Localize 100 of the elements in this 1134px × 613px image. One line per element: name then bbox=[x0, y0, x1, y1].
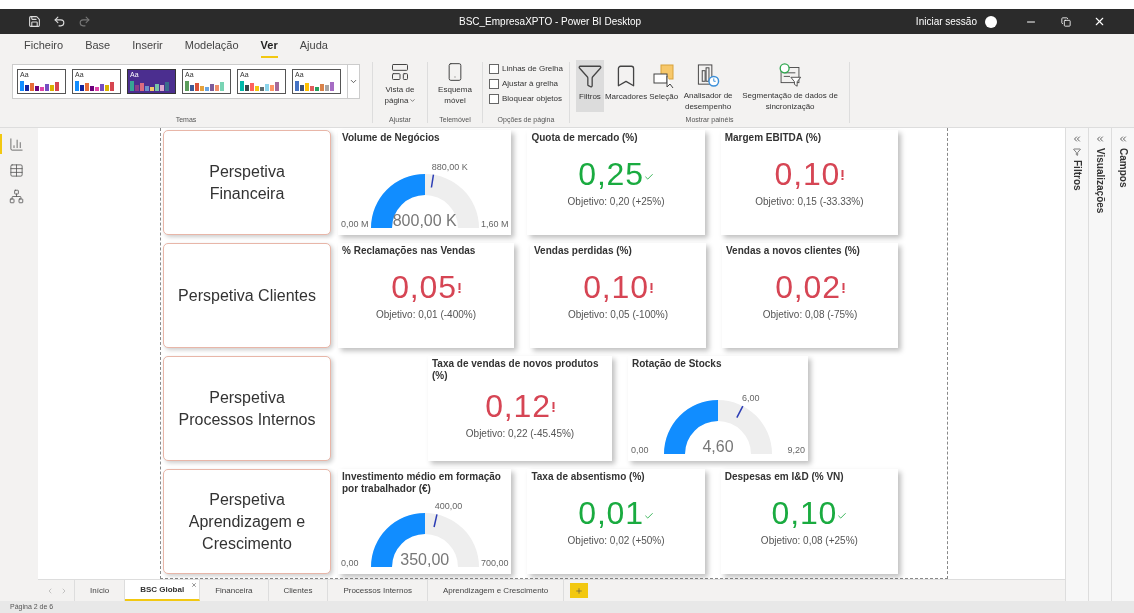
checkbox[interactable] bbox=[489, 79, 499, 89]
collapsed-pane[interactable]: Visualizações bbox=[1088, 128, 1111, 601]
filter-icon bbox=[1073, 148, 1081, 156]
save-icon[interactable] bbox=[28, 15, 41, 28]
pane-toggle-button[interactable]: Segmentação de dados de sincronização bbox=[737, 60, 844, 112]
kpi-value: 0,10 bbox=[771, 497, 838, 529]
kpi-goal: Objetivo: 0,08 (-75%) bbox=[762, 308, 858, 322]
pane-toggle-button[interactable]: Seleção bbox=[648, 60, 680, 112]
visual-title: Vendas perdidas (%) bbox=[533, 244, 633, 257]
visual-title: Vendas a novos clientes (%) bbox=[725, 244, 861, 257]
menu-tab[interactable]: Ajuda bbox=[299, 36, 328, 58]
gauge-card[interactable]: Investimento médio em formação por trabalhador (€) 400,00 0,00 350,00 700,00 bbox=[338, 469, 512, 574]
alert-icon bbox=[457, 283, 461, 293]
visual-title: Quota de mercado (%) bbox=[530, 131, 639, 144]
pane-toggle-button[interactable]: Analisador de desempenho bbox=[679, 60, 738, 112]
page-layout-icon bbox=[390, 62, 410, 82]
visual-title: Margem EBITDA (%) bbox=[723, 131, 823, 144]
alert-icon bbox=[841, 283, 845, 293]
check-icon bbox=[837, 511, 848, 521]
page-option-checkbox[interactable]: Bloquear objetos bbox=[489, 93, 563, 105]
kpi-card[interactable]: Taxa de vendas de novos produtos (%) 0,12 Objetivo: 0,22 (-45.45%) bbox=[428, 356, 612, 461]
expand-icon[interactable] bbox=[1095, 134, 1105, 144]
perspective-card: Perspetiva Aprendizagem e Crescimento bbox=[163, 469, 331, 574]
gauge-min: 0,00 bbox=[341, 556, 359, 570]
page-option-checkbox[interactable]: Ajustar à grelha bbox=[489, 78, 563, 90]
page-view-button[interactable]: Vista de página bbox=[381, 62, 419, 106]
kpi-value: 0,01 bbox=[578, 497, 644, 529]
visual-title: Investimento médio em formação por trabalhador (€) bbox=[341, 470, 502, 495]
gauge-card[interactable]: Volume de Negócios 880,00 K 0,00 M 800,00 K 1,60 M bbox=[338, 130, 512, 235]
page-option-checkbox[interactable]: Linhas de Grelha bbox=[489, 63, 563, 75]
plus-icon bbox=[575, 586, 584, 595]
alert-icon bbox=[841, 170, 845, 180]
chevron-down-icon bbox=[408, 97, 416, 105]
check-icon bbox=[643, 511, 654, 521]
close-tab-icon[interactable] bbox=[191, 582, 198, 588]
pane-toggle-button[interactable]: Filtros bbox=[575, 60, 604, 112]
perspective-card: Perspetiva Clientes bbox=[163, 243, 331, 348]
kpi-goal: Objetivo: 0,22 (-45.45%) bbox=[465, 427, 575, 441]
kpi-card[interactable]: Taxa de absentismo (%) 0,01 Objetivo: 0,02 (+50%) bbox=[527, 469, 705, 574]
redo-icon[interactable] bbox=[78, 15, 91, 28]
kpi-value: 0,12 bbox=[485, 390, 551, 422]
gauge-target: 6,00 bbox=[742, 391, 760, 405]
gauge-max: 9,20 bbox=[787, 443, 805, 457]
window-title: BSC_EmpresaXPTO - Power BI Desktop bbox=[459, 15, 642, 29]
kpi-value: 0,05 bbox=[391, 271, 457, 303]
expand-icon[interactable] bbox=[1072, 134, 1082, 144]
kpi-goal: Objetivo: 0,01 (-400%) bbox=[375, 308, 477, 322]
perspective-card: Perspetiva Financeira bbox=[163, 130, 331, 235]
kpi-card[interactable]: % Reclamações nas Vendas 0,05 Objetivo: 0,01 (-400%) bbox=[338, 243, 514, 348]
kpi-value: 0,02 bbox=[775, 271, 841, 303]
mobile-layout-button[interactable]: Esquema móvel bbox=[436, 62, 474, 106]
gauge-max: 700,00 bbox=[480, 556, 509, 570]
gauge-value: 800,00 K bbox=[392, 213, 457, 229]
bar-chart-icon bbox=[8, 136, 24, 152]
collapsed-pane[interactable]: Filtros bbox=[1065, 128, 1088, 601]
gauge-card[interactable]: Rotação de Stocks 6,00 0,00 4,60 9,20 bbox=[628, 356, 808, 461]
kpi-goal: Objetivo: 0,08 (+25%) bbox=[760, 534, 858, 548]
visual-title: Rotação de Stocks bbox=[631, 357, 723, 370]
visual-title: Despesas em I&D (% VN) bbox=[723, 470, 845, 483]
kpi-card[interactable]: Vendas perdidas (%) 0,10 Objetivo: 0,05 (-100%) bbox=[530, 243, 706, 348]
model-icon bbox=[8, 188, 24, 204]
kpi-value: 0,25 bbox=[578, 158, 644, 190]
checkbox[interactable] bbox=[489, 64, 499, 74]
visual-title: Volume de Negócios bbox=[341, 131, 441, 144]
kpi-card[interactable]: Margem EBITDA (%) 0,10 Objetivo: 0,15 (-33.33%) bbox=[720, 130, 898, 235]
visual-title: % Reclamações nas Vendas bbox=[341, 244, 477, 257]
table-icon bbox=[8, 162, 24, 178]
gauge-value: 350,00 bbox=[400, 552, 450, 568]
restore-icon[interactable] bbox=[1061, 16, 1071, 27]
chevron-down-icon bbox=[349, 77, 358, 86]
kpi-card[interactable]: Despesas em I&D (% VN) 0,10 Objetivo: 0,08 (+25%) bbox=[720, 469, 898, 574]
kpi-card[interactable]: Vendas a novos clientes (%) 0,02 Objetivo: 0,08 (-75%) bbox=[722, 243, 898, 348]
alert-icon bbox=[649, 283, 653, 293]
performance-icon bbox=[695, 63, 722, 88]
pane-toggle-button[interactable]: Marcadores bbox=[603, 60, 649, 112]
menu-tab[interactable]: Base bbox=[85, 36, 111, 58]
close-icon[interactable] bbox=[1093, 15, 1106, 28]
page-tab[interactable]: BSC Global bbox=[125, 580, 201, 601]
kpi-card[interactable]: Quota de mercado (%) 0,25 Objetivo: 0,20 (+25%) bbox=[527, 130, 705, 235]
sign-in-link[interactable]: Iniciar sessão bbox=[915, 14, 977, 29]
expand-icon[interactable] bbox=[1118, 134, 1128, 144]
add-page-button[interactable] bbox=[570, 583, 589, 598]
menu-tab[interactable]: Modelação bbox=[184, 36, 239, 58]
checkbox[interactable] bbox=[489, 94, 499, 104]
gauge-value: 4,60 bbox=[702, 439, 734, 455]
selection-icon bbox=[650, 63, 677, 89]
gauge-min: 0,00 bbox=[631, 443, 649, 457]
visual-title: Taxa de absentismo (%) bbox=[530, 470, 646, 483]
visual-title: Taxa de vendas de novos produtos (%) bbox=[431, 357, 600, 382]
kpi-value: 0,10 bbox=[583, 271, 649, 303]
kpi-goal: Objetivo: 0,02 (+50%) bbox=[567, 534, 665, 548]
menu-tab[interactable]: Ficheiro bbox=[24, 36, 64, 58]
gauge-target: 880,00 K bbox=[431, 160, 468, 174]
kpi-goal: Objetivo: 0,15 (-33.33%) bbox=[755, 195, 864, 209]
filter-icon bbox=[576, 63, 603, 89]
alert-icon bbox=[551, 402, 555, 412]
menu-tab[interactable]: Inserir bbox=[132, 36, 163, 58]
gauge-target: 400,00 bbox=[434, 499, 463, 513]
undo-icon[interactable] bbox=[53, 15, 66, 28]
collapsed-pane[interactable]: Campos bbox=[1111, 128, 1134, 601]
